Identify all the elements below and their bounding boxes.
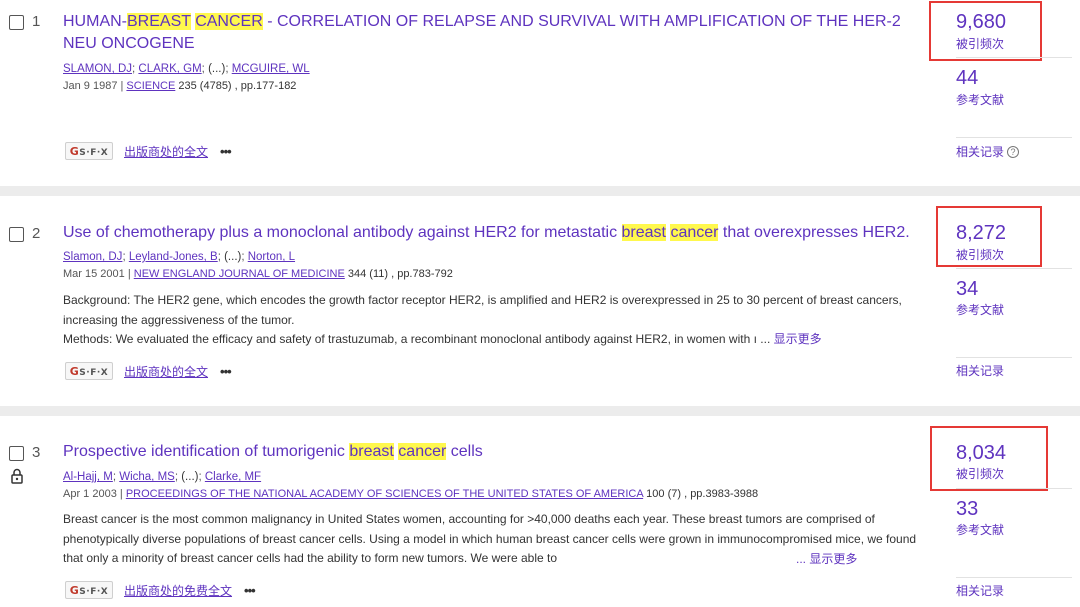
publication-meta: Jan 9 1987 | SCIENCE 235 (4785) , pp.177…	[63, 80, 297, 92]
select-checkbox[interactable]	[9, 227, 24, 242]
record-title-link[interactable]: Prospective identification of tumorigeni…	[63, 441, 903, 463]
author-link[interactable]: Slamon, DJ	[63, 251, 122, 263]
journal-link[interactable]: NEW ENGLAND JOURNAL OF MEDICINE	[134, 268, 345, 280]
metric-divider	[956, 268, 1072, 269]
record-title-link[interactable]: Use of chemotherapy plus a monoclonal an…	[63, 222, 923, 244]
sfx-button[interactable]: GS·F·X	[65, 581, 113, 599]
show-more-link[interactable]: 显示更多	[774, 332, 822, 346]
publication-meta: Mar 15 2001 | NEW ENGLAND JOURNAL OF MED…	[63, 268, 453, 280]
pub-date: Mar 15 2001	[63, 268, 125, 280]
publisher-full-text-link[interactable]: 出版商处的全文	[124, 143, 208, 160]
volume-pages: 344 (11) , pp.783-792	[347, 268, 453, 280]
result-record-1: 1 HUMAN-BREAST CANCER - CORRELATION OF R…	[0, 0, 1080, 186]
authors-ellipsis: (...)	[208, 63, 226, 75]
citation-count[interactable]: 8,034	[956, 441, 1006, 465]
abstract-snippet: Background: The HER2 gene, which encodes…	[63, 291, 933, 350]
related-records-link[interactable]: 相关记录?	[956, 143, 1020, 160]
volume-pages: 100 (7) , pp.3983-3988	[646, 488, 759, 500]
more-options-icon[interactable]: •••	[220, 144, 232, 159]
citation-label[interactable]: 被引频次	[956, 466, 1004, 482]
full-text-bar: GS·F·X 出版商处的免费全文 •••	[65, 579, 256, 601]
sfx-button[interactable]: GS·F·X	[65, 142, 113, 160]
author-link[interactable]: Norton, L	[248, 251, 295, 263]
pub-date: Jan 9 1987	[63, 80, 118, 92]
authors-line: Slamon, DJ; Leyland-Jones, B; (...); Nor…	[63, 251, 296, 263]
record-number: 1	[32, 13, 41, 30]
reference-count[interactable]: 34	[956, 277, 978, 301]
citation-label[interactable]: 被引频次	[956, 247, 1004, 263]
citation-label[interactable]: 被引频次	[956, 36, 1004, 52]
select-checkbox[interactable]	[9, 446, 24, 461]
authors-line: Al-Hajj, M; Wicha, MS; (...); Clarke, MF	[63, 471, 262, 483]
results-list: 1 HUMAN-BREAST CANCER - CORRELATION OF R…	[0, 0, 1080, 607]
full-text-bar: GS·F·X 出版商处的全文 •••	[65, 360, 232, 382]
metric-divider	[956, 57, 1072, 58]
citation-count[interactable]: 8,272	[956, 221, 1006, 245]
pub-date: Apr 1 2003	[63, 488, 117, 500]
authors-ellipsis: (...)	[181, 471, 199, 483]
author-link[interactable]: MCGUIRE, WL	[232, 63, 310, 75]
author-link[interactable]: Al-Hajj, M	[63, 471, 113, 483]
publication-meta: Apr 1 2003 | PROCEEDINGS OF THE NATIONAL…	[63, 488, 759, 500]
metric-divider	[956, 357, 1072, 358]
sfx-logo-icon: GS·F·X	[69, 583, 109, 597]
authors-line: SLAMON, DJ; CLARK, GM; (...); MCGUIRE, W…	[63, 63, 310, 75]
author-link[interactable]: SLAMON, DJ	[63, 63, 132, 75]
result-record-3: 3 Prospective identification of tumorige…	[0, 416, 1080, 607]
reference-label[interactable]: 参考文献	[956, 302, 1004, 318]
full-text-bar: GS·F·X 出版商处的全文 •••	[65, 140, 232, 162]
abstract-methods: Methods: We evaluated the efficacy and s…	[63, 332, 822, 346]
related-records-link[interactable]: 相关记录	[956, 582, 1004, 599]
lock-icon	[11, 468, 23, 484]
author-link[interactable]: CLARK, GM	[138, 63, 201, 75]
more-options-icon[interactable]: •••	[220, 364, 232, 379]
journal-link[interactable]: PROCEEDINGS OF THE NATIONAL ACADEMY OF S…	[126, 488, 643, 500]
sfx-button[interactable]: GS·F·X	[65, 362, 113, 380]
sfx-logo-icon: GS·F·X	[69, 144, 109, 158]
volume-pages: 235 (4785) , pp.177-182	[178, 80, 297, 92]
show-more-link[interactable]: ... 显示更多	[796, 550, 857, 568]
record-number: 3	[32, 444, 41, 461]
record-title-link[interactable]: HUMAN-BREAST CANCER - CORRELATION OF REL…	[63, 11, 903, 55]
journal-link[interactable]: SCIENCE	[126, 80, 175, 92]
reference-label[interactable]: 参考文献	[956, 522, 1004, 538]
publisher-full-text-link[interactable]: 出版商处的全文	[124, 363, 208, 380]
citation-count[interactable]: 9,680	[956, 10, 1006, 34]
reference-count[interactable]: 33	[956, 497, 978, 521]
reference-count[interactable]: 44	[956, 66, 978, 90]
reference-label[interactable]: 参考文献	[956, 92, 1004, 108]
authors-ellipsis: (...)	[224, 251, 242, 263]
result-record-2: 2 Use of chemotherapy plus a monoclonal …	[0, 196, 1080, 406]
metric-divider	[956, 137, 1072, 138]
metric-divider	[956, 488, 1072, 489]
select-checkbox[interactable]	[9, 15, 24, 30]
more-options-icon[interactable]: •••	[244, 583, 256, 598]
abstract-background: Background: The HER2 gene, which encodes…	[63, 293, 902, 327]
author-link[interactable]: Leyland-Jones, B	[129, 251, 218, 263]
author-link[interactable]: Clarke, MF	[205, 471, 261, 483]
metric-divider	[956, 577, 1072, 578]
sfx-logo-icon: GS·F·X	[69, 364, 109, 378]
publisher-free-full-text-link[interactable]: 出版商处的免费全文	[124, 582, 232, 599]
help-icon[interactable]: ?	[1007, 146, 1020, 158]
related-records-link[interactable]: 相关记录	[956, 362, 1004, 379]
author-link[interactable]: Wicha, MS	[119, 471, 175, 483]
record-number: 2	[32, 225, 41, 242]
